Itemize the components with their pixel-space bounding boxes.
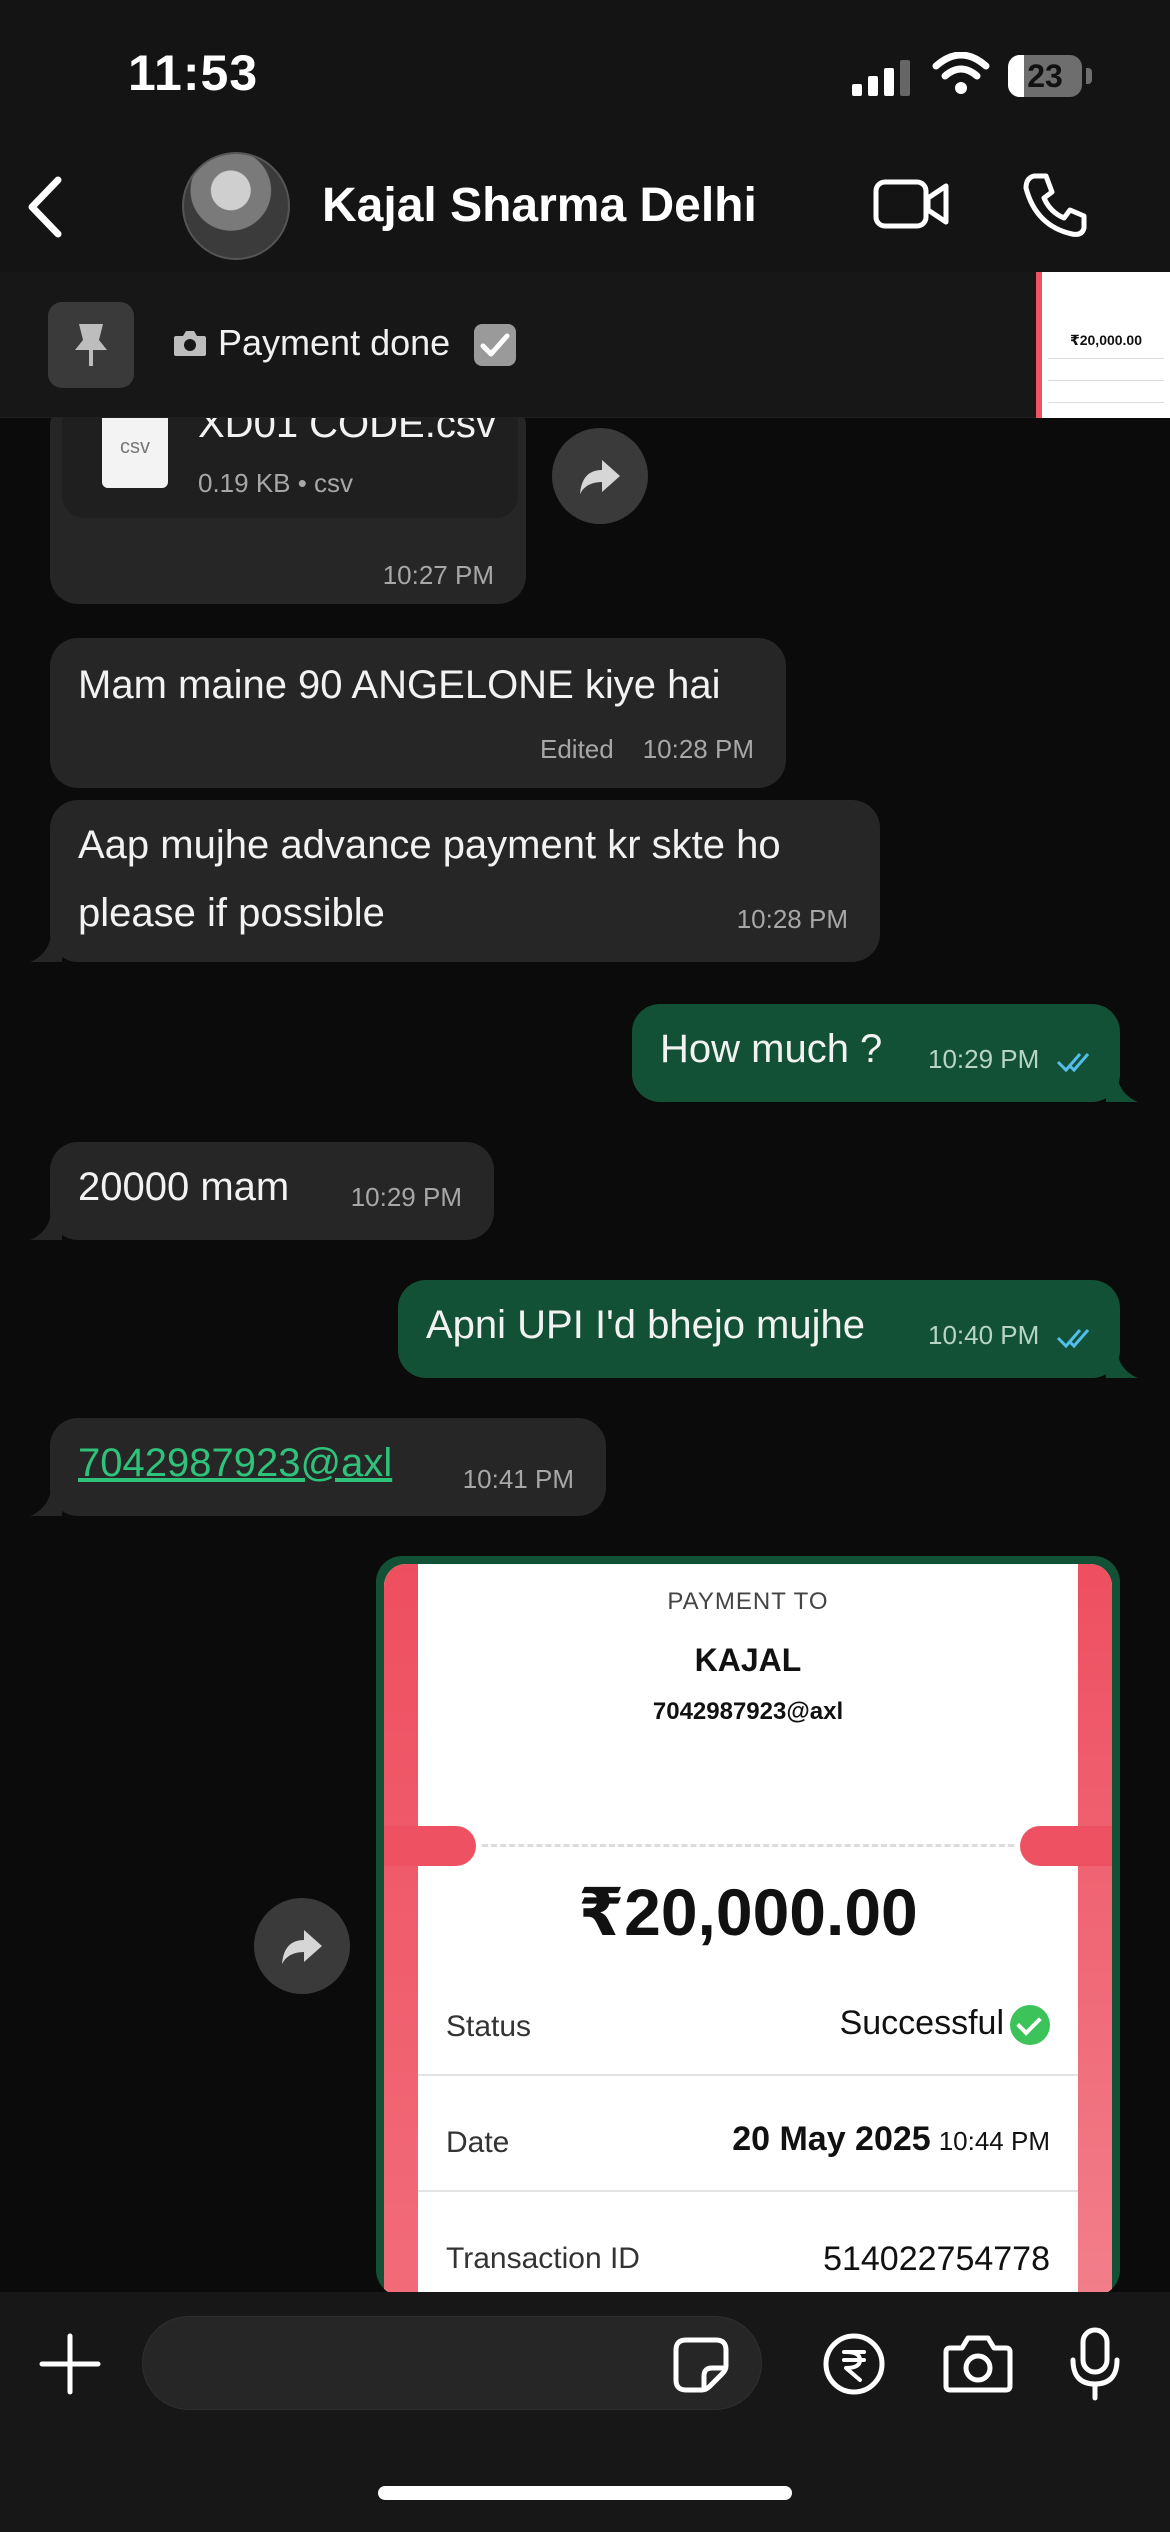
phone-call-icon[interactable] bbox=[1020, 170, 1090, 240]
home-indicator[interactable] bbox=[378, 2486, 792, 2500]
message-time: 10:29 PM bbox=[350, 1182, 462, 1212]
pinned-receipt-thumbnail[interactable]: ₹20,000.00 bbox=[1036, 272, 1170, 418]
payee-upi: 7042987923@axl bbox=[652, 1698, 844, 1725]
camera-icon[interactable] bbox=[942, 2334, 1014, 2394]
forward-button[interactable] bbox=[254, 1898, 350, 1994]
csv-file-icon: csv bbox=[102, 418, 168, 488]
incoming-message[interactable]: 7042987923@axl 10:41 PM bbox=[50, 1418, 606, 1516]
bubble-tail bbox=[30, 1208, 62, 1240]
message-text: 20000 mam bbox=[78, 1165, 290, 1209]
message-time: 10:40 PM bbox=[928, 1320, 1040, 1350]
message-edited-label: Edited bbox=[540, 734, 614, 764]
file-card[interactable]: csv XD01 CODE.csv 0.19 KB • csv bbox=[62, 418, 518, 518]
read-receipt-icon bbox=[1056, 1053, 1090, 1073]
message-text: Mam maine 90 ANGELONE kiye hai bbox=[78, 663, 721, 707]
message-input[interactable] bbox=[142, 2316, 762, 2410]
payment-to-label: PAYMENT TO bbox=[667, 1588, 829, 1615]
message-time: 10:27 PM bbox=[382, 560, 494, 590]
wifi-icon bbox=[932, 52, 990, 94]
status-value-row: Successful bbox=[839, 2004, 1050, 2046]
message-text-line-1: Aap mujhe advance payment kr skte ho bbox=[78, 823, 781, 867]
upi-link[interactable]: 7042987923@axl bbox=[78, 1430, 392, 1496]
incoming-message[interactable]: Aap mujhe advance payment kr skte ho ple… bbox=[50, 800, 880, 962]
message-time: 10:28 PM bbox=[642, 734, 754, 764]
chat-header: Kajal Sharma Delhi bbox=[0, 140, 1170, 272]
message-time: 10:29 PM bbox=[928, 1044, 1040, 1074]
pinned-message-bar[interactable]: Payment done ₹20,000.00 bbox=[0, 272, 1170, 418]
bubble-tail bbox=[30, 930, 62, 962]
forward-button[interactable] bbox=[552, 428, 648, 524]
file-name: XD01 CODE.csv bbox=[198, 418, 496, 446]
video-call-icon[interactable] bbox=[872, 174, 952, 234]
message-time: 10:28 PM bbox=[736, 904, 848, 934]
pin-button[interactable] bbox=[48, 302, 134, 388]
message-time: 10:41 PM bbox=[462, 1464, 574, 1494]
date-value: 20 May 2025 bbox=[732, 2120, 931, 2158]
battery-level: 23 bbox=[1027, 58, 1063, 94]
read-receipt-icon bbox=[1056, 1329, 1090, 1349]
camera-small-icon bbox=[174, 331, 206, 356]
transaction-id-label: Transaction ID bbox=[446, 2242, 640, 2275]
checkbox-icon bbox=[474, 324, 516, 366]
status-value: Successful bbox=[839, 2004, 1004, 2042]
status-time: 11:53 bbox=[128, 45, 259, 101]
file-meta: 0.19 KB • csv bbox=[198, 468, 354, 498]
bubble-tail bbox=[1106, 1346, 1138, 1378]
divider bbox=[418, 2074, 1078, 2076]
payment-receipt-image[interactable]: PAYMENT TO KAJAL 7042987923@axl ₹20,000.… bbox=[376, 1556, 1120, 2292]
back-icon[interactable] bbox=[20, 172, 68, 242]
bubble-tail bbox=[30, 1484, 62, 1516]
outgoing-message[interactable]: Apni UPI I'd bhejo mujhe 10:40 PM bbox=[398, 1280, 1120, 1378]
divider bbox=[418, 2190, 1078, 2192]
bubble-tail bbox=[1106, 1070, 1138, 1102]
status-label: Status bbox=[446, 2010, 532, 2043]
sticker-icon[interactable] bbox=[672, 2336, 730, 2394]
payee-name: KAJAL bbox=[694, 1642, 802, 1678]
transaction-id-value: 514022754778 bbox=[823, 2240, 1050, 2278]
forward-icon bbox=[282, 1930, 322, 1964]
incoming-message[interactable]: Mam maine 90 ANGELONE kiye hai Edited 10… bbox=[50, 638, 786, 788]
message-text: How much ? bbox=[660, 1027, 883, 1071]
rupee-icon[interactable] bbox=[822, 2332, 886, 2396]
forward-icon bbox=[580, 460, 620, 494]
chat-messages[interactable]: csv XD01 CODE.csv 0.19 KB • csv 10:27 PM… bbox=[0, 418, 1170, 2292]
incoming-message[interactable]: 20000 mam 10:29 PM bbox=[50, 1142, 494, 1240]
time-value: 10:44 PM bbox=[938, 2126, 1050, 2156]
avatar[interactable] bbox=[182, 152, 290, 260]
payment-amount: ₹20,000.00 bbox=[578, 1875, 918, 1949]
battery-indicator: 23 bbox=[1008, 55, 1082, 97]
receipt-card: PAYMENT TO KAJAL 7042987923@axl ₹20,000.… bbox=[384, 1564, 1112, 2292]
file-message[interactable]: csv XD01 CODE.csv 0.19 KB • csv 10:27 PM bbox=[50, 418, 526, 604]
status-bar: 11:53 23 bbox=[0, 0, 1170, 140]
pinned-text: Payment done bbox=[218, 322, 451, 363]
message-text: Apni UPI I'd bhejo mujhe bbox=[426, 1303, 866, 1347]
success-check-icon bbox=[1010, 2005, 1050, 2046]
message-text-line-2: please if possible bbox=[78, 891, 385, 935]
cellular-signal-icon bbox=[852, 60, 910, 96]
date-label: Date bbox=[446, 2126, 510, 2159]
date-value-row: 20 May 2025 10:44 PM bbox=[732, 2120, 1050, 2159]
contact-name[interactable]: Kajal Sharma Delhi bbox=[322, 178, 757, 233]
mic-icon[interactable] bbox=[1068, 2326, 1122, 2402]
pin-icon bbox=[75, 324, 107, 366]
plus-icon[interactable] bbox=[38, 2332, 102, 2396]
outgoing-message[interactable]: How much ? 10:29 PM bbox=[632, 1004, 1120, 1102]
thumb-amount: ₹20,000.00 bbox=[1069, 332, 1143, 348]
